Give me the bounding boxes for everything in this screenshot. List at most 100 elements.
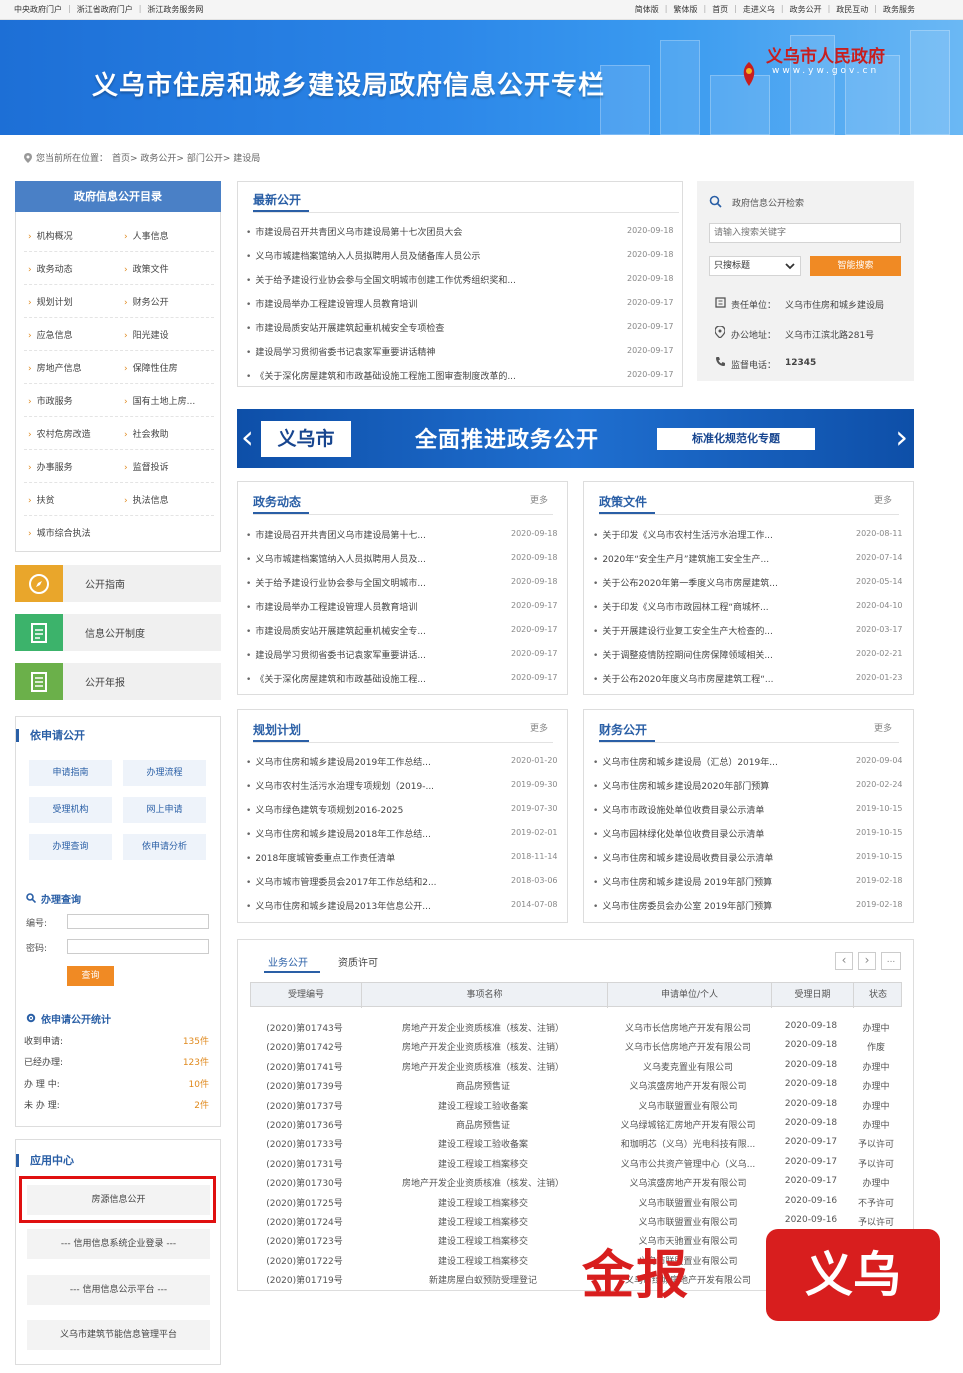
table-cell: 办理中: [862, 1082, 890, 1093]
news-item[interactable]: • 市建设局召开共青团义乌市建设局第十七次团员大会: [246, 225, 606, 238]
online-apply-button[interactable]: 网上申请: [123, 797, 206, 823]
tile-system[interactable]: 信息公开制度: [15, 614, 221, 651]
news-item[interactable]: • 义乌市城建档案馆纳入人员拟聘用人员及储备库人员公示: [246, 249, 606, 262]
top-link[interactable]: 繁体版: [673, 4, 697, 15]
tile-report[interactable]: 公开年报: [15, 663, 221, 700]
news-item[interactable]: • 义乌市住房和城乡建设局 2019年部门预算: [593, 875, 845, 888]
prev-page-button[interactable]: ‹: [835, 952, 853, 970]
news-item[interactable]: • 建设局学习贯彻省委书记袁家军重要讲话精神: [246, 345, 606, 358]
news-item[interactable]: • 义乌市住房和城乡建设局2013年信息公开...: [246, 899, 494, 912]
directory-item[interactable]: 扶贫: [28, 493, 55, 506]
directory-item[interactable]: 政策文件: [124, 262, 169, 275]
directory-item[interactable]: 人事信息: [124, 229, 169, 242]
chevron-left-icon[interactable]: ‹: [241, 419, 254, 455]
search-input[interactable]: [709, 223, 901, 243]
news-item[interactable]: • 《关于深化房屋建筑和市政基础设施工程...: [246, 672, 494, 685]
news-item[interactable]: • 2020年“安全生产月”建筑施工安全生产...: [593, 552, 845, 565]
news-item[interactable]: • 关于给予建设行业协会参与全国文明城市...: [246, 576, 494, 589]
news-item[interactable]: • 义乌市园林绿化处单位收费目录公示清单: [593, 827, 845, 840]
chevron-right-icon[interactable]: ›: [895, 419, 908, 455]
agency-button[interactable]: 受理机构: [29, 797, 112, 823]
news-item[interactable]: • 关于给予建设行业协会参与全国文明城市创建工作优秀组织奖和...: [246, 273, 606, 286]
breadcrumb-path[interactable]: 首页> 政务公开> 部门公开> 建设局: [112, 151, 260, 164]
tile-guide[interactable]: 公开指南: [15, 565, 221, 602]
news-item[interactable]: • 义乌市住房和城乡建设局收费目录公示清单: [593, 851, 845, 864]
news-item[interactable]: • 义乌市城市管理委员会2017年工作总结和2...: [246, 875, 494, 888]
directory-item[interactable]: 监督投诉: [124, 460, 169, 473]
analysis-button[interactable]: 依申请分析: [123, 834, 206, 860]
directory-item[interactable]: 房地产信息: [28, 361, 82, 374]
password-input[interactable]: [67, 939, 209, 954]
directory-item[interactable]: 政务动态: [28, 262, 73, 275]
directory-item[interactable]: 城市综合执法: [28, 526, 91, 539]
more-link[interactable]: 更多: [874, 721, 892, 734]
table-cell: 房地产开发企业资质核准（核发、注销）: [401, 1043, 564, 1054]
news-item[interactable]: • 义乌市市政设施处单位收费目录公示清单: [593, 803, 845, 816]
news-item[interactable]: • 义乌市农村生活污水治理专项规划（2019-...: [246, 779, 494, 792]
directory-item[interactable]: 办事服务: [28, 460, 73, 473]
query-submit-button[interactable]: 查询: [67, 966, 114, 986]
directory-item[interactable]: 财务公开: [124, 295, 169, 308]
news-item[interactable]: • 义乌市住房委员会办公室 2019年部门预算: [593, 899, 845, 912]
top-link[interactable]: 政民互动: [836, 4, 868, 15]
promo-banner[interactable]: ‹ 义乌市 全面推进政务公开 标准化规范化专题 ›: [237, 409, 914, 468]
directory-item[interactable]: 农村危房改造: [28, 427, 91, 440]
top-link[interactable]: 政务服务: [883, 4, 915, 15]
credit-platform-button[interactable]: --- 信用信息公示平台 ---: [27, 1275, 210, 1305]
more-link[interactable]: 更多: [530, 493, 548, 506]
top-link[interactable]: 政务公开: [790, 4, 822, 15]
top-link[interactable]: 走进义乌: [743, 4, 775, 15]
directory-item[interactable]: 机构概况: [28, 229, 73, 242]
search-scope-select[interactable]: 只搜标题: [709, 256, 801, 276]
number-input[interactable]: [67, 914, 209, 929]
tab-license[interactable]: 资质许可: [338, 954, 378, 969]
news-item[interactable]: • 市建设局召开共青团义乌市建设局第十七...: [246, 528, 494, 541]
news-item[interactable]: • 市建设局举办工程建设管理人员教育培训: [246, 297, 606, 310]
directory-item[interactable]: 规划计划: [28, 295, 73, 308]
news-item[interactable]: • 义乌市绿色建筑专项规划2016-2025: [246, 803, 494, 816]
news-item[interactable]: • 市建设局举办工程建设管理人员教育培训: [246, 600, 494, 613]
more-link[interactable]: 更多: [530, 721, 548, 734]
process-button[interactable]: 办理流程: [123, 760, 206, 786]
search-title: 政府信息公开检索: [732, 199, 805, 209]
top-link[interactable]: 简体版: [635, 4, 659, 15]
news-item[interactable]: • 市建设局质安站开展建筑起重机械安全专...: [246, 624, 494, 637]
energy-platform-button[interactable]: 义乌市建筑节能信息管理平台: [27, 1320, 210, 1350]
top-link[interactable]: 浙江省政府门户: [77, 4, 133, 15]
news-item[interactable]: • 义乌市住房和城乡建设局（汇总）2019年...: [593, 755, 845, 768]
news-item[interactable]: • 关于公布2020年第一季度义乌市房屋建筑...: [593, 576, 845, 589]
news-item[interactable]: • 关于调整疫情防控期间住房保障领域相关...: [593, 648, 845, 661]
tab-business[interactable]: 业务公开: [268, 954, 308, 969]
more-link[interactable]: 更多: [874, 493, 892, 506]
directory-item[interactable]: 阳光建设: [124, 328, 169, 341]
directory-item[interactable]: 保障性住房: [124, 361, 178, 374]
news-item[interactable]: • 关于开展建设行业复工安全生产大检查的...: [593, 624, 845, 637]
news-item[interactable]: • 2018年度城管委重点工作责任清单: [246, 851, 494, 864]
directory-item[interactable]: 执法信息: [124, 493, 169, 506]
news-item[interactable]: • 关于公布2020年度义乌市房屋建筑工程“...: [593, 672, 845, 685]
news-item[interactable]: • 关于印发《义乌市农村生活污水治理工作...: [593, 528, 845, 541]
news-item[interactable]: • 建设局学习贯彻省委书记袁家军重要讲话...: [246, 648, 494, 661]
apply-guide-button[interactable]: 申请指南: [29, 760, 112, 786]
news-item[interactable]: • 义乌市住房和城乡建设局2018年工作总结...: [246, 827, 494, 840]
more-page-button[interactable]: ...: [881, 952, 901, 970]
smart-search-button[interactable]: 智能搜索: [810, 256, 901, 276]
news-item[interactable]: • 义乌市住房和城乡建设局2019年工作总结...: [246, 755, 494, 768]
news-item[interactable]: • 《关于深化房屋建筑和市政基础设施工程施工图审查制度改革的...: [246, 369, 606, 382]
top-link[interactable]: 中央政府门户: [14, 4, 62, 15]
query-button[interactable]: 办理查询: [29, 834, 112, 860]
directory-item[interactable]: 社会救助: [124, 427, 169, 440]
promo-headline: 全面推进政务公开: [415, 428, 600, 453]
directory-item[interactable]: 国有土地上房...: [124, 394, 196, 407]
top-link[interactable]: 浙江政务服务网: [147, 4, 203, 15]
credit-login-button[interactable]: --- 信用信息系统企业登录 ---: [27, 1229, 210, 1259]
news-item[interactable]: • 义乌市住房和城乡建设局2020年部门预算: [593, 779, 845, 792]
news-item[interactable]: • 市建设局质安站开展建筑起重机械安全专项检查: [246, 321, 606, 334]
top-link[interactable]: 首页: [712, 4, 728, 15]
next-page-button[interactable]: ›: [858, 952, 876, 970]
directory-item[interactable]: 市政服务: [28, 394, 73, 407]
news-item[interactable]: • 义乌市城建档案馆纳入人员拟聘用人员及...: [246, 552, 494, 565]
news-item[interactable]: • 关于印发《义乌市市政园林工程“商城杯...: [593, 600, 845, 613]
directory-item[interactable]: 应急信息: [28, 328, 73, 341]
logo-text[interactable]: 义乌市人民政府: [766, 42, 885, 67]
